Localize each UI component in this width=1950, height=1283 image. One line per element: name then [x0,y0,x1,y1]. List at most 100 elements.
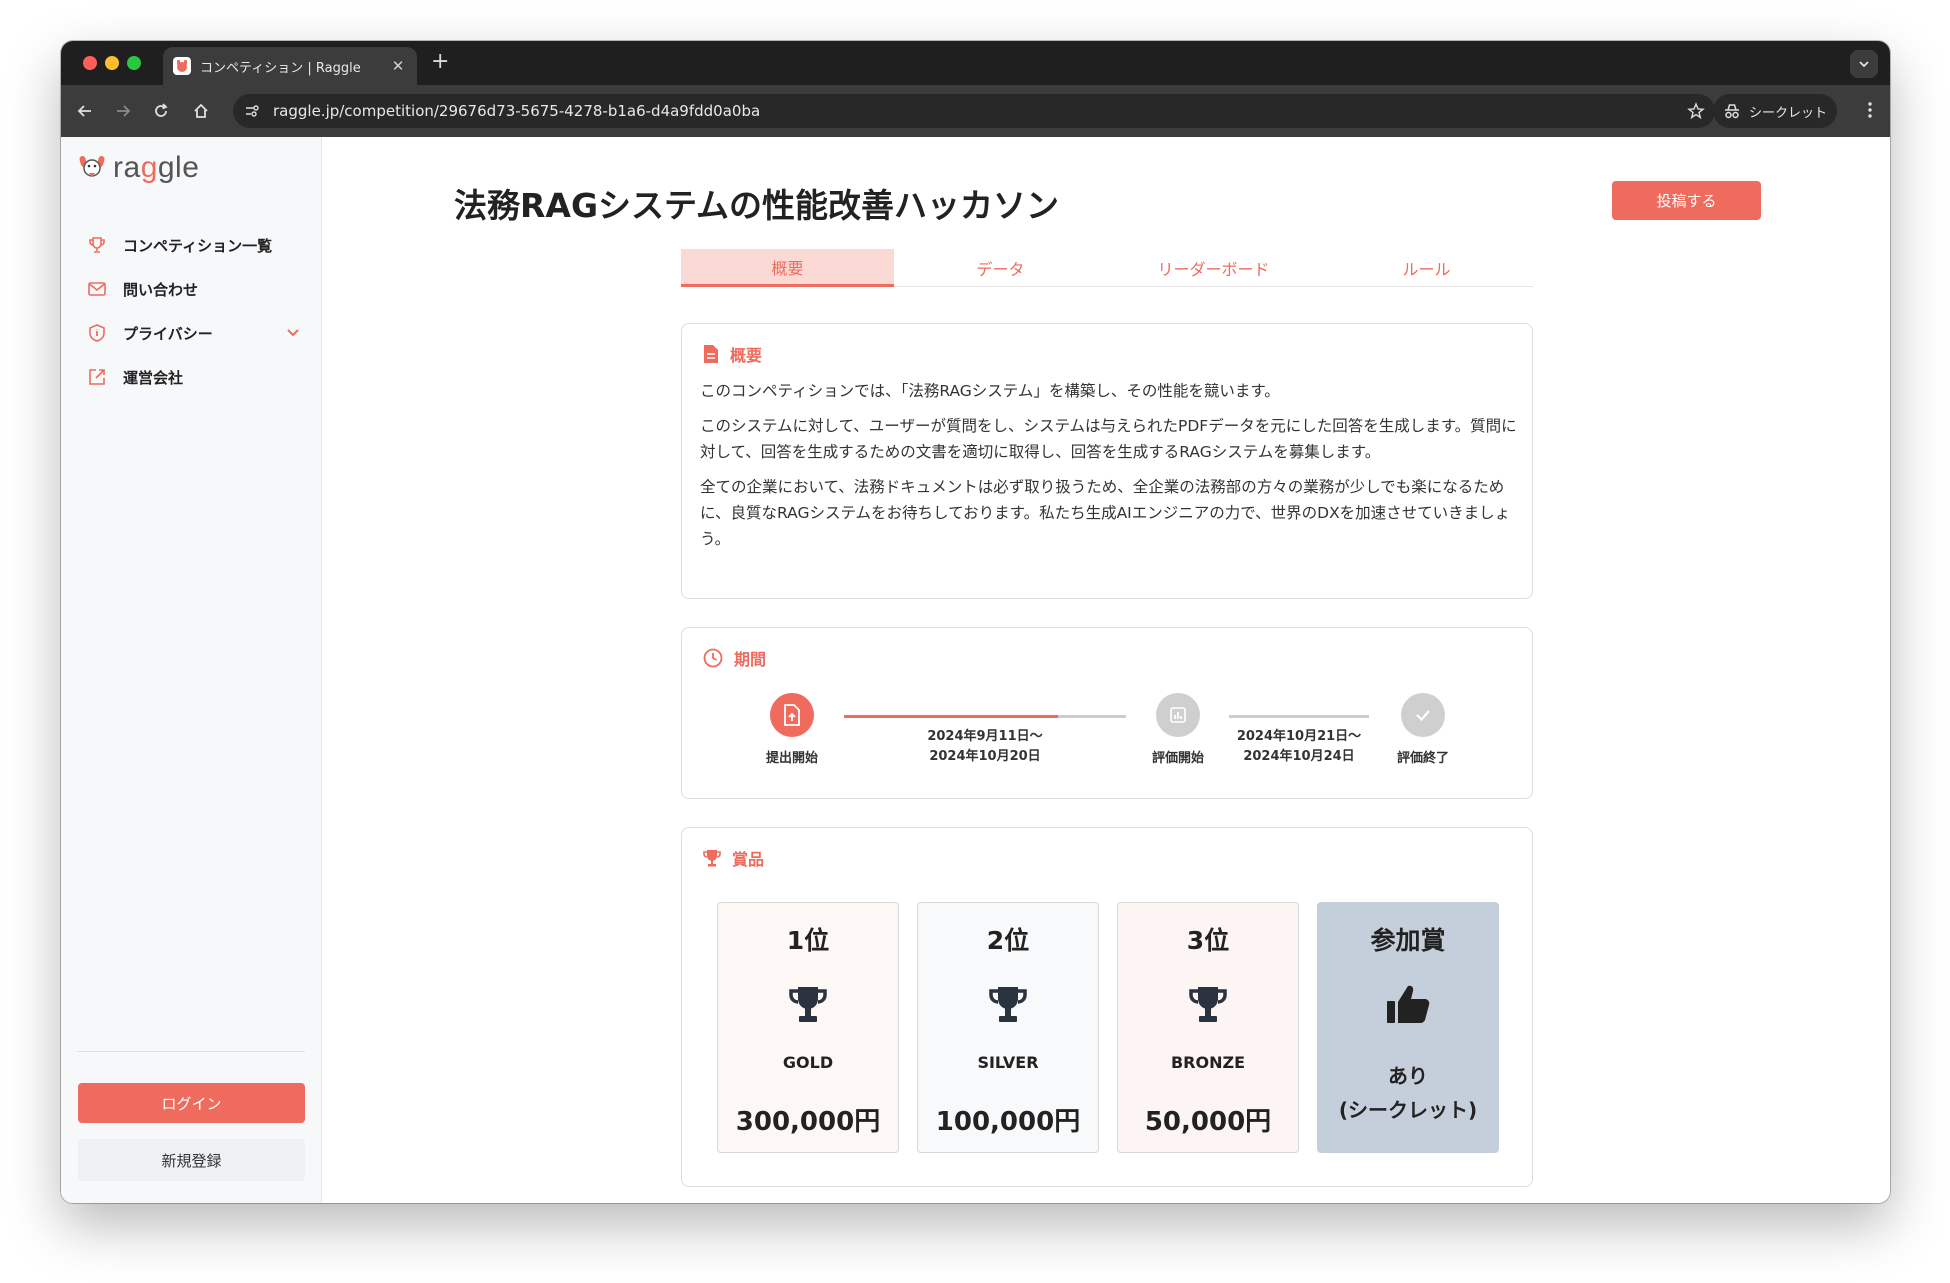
step-submission-start: 提出開始 [732,693,852,766]
progress-fill [844,715,1059,718]
prize-tier: BRONZE [1170,1053,1246,1072]
dog-logo-icon [79,156,105,177]
period-timeline: 提出開始 2024年9月11日〜 2024年10月20日 評価開始 2024年1… [682,628,1532,798]
overview-heading-text: 概要 [730,346,763,365]
prize-amount: 100,000円 [935,1107,1081,1137]
sidebar-item-contact[interactable]: 問い合わせ [77,267,307,311]
zoom-window-button[interactable] [127,56,141,70]
tab-data[interactable]: データ [894,249,1107,287]
trophy-icon [1118,983,1298,1025]
tab-rules[interactable]: ルール [1320,249,1533,287]
shield-icon [89,324,105,342]
trophy-icon [89,237,105,253]
chevron-down-icon [1859,61,1869,68]
browser-menu-icon[interactable] [1868,101,1872,123]
tab-search-button[interactable] [1850,50,1878,78]
sidebar-item-company[interactable]: 運営会社 [77,355,307,399]
bookmark-star-icon[interactable] [1687,102,1705,120]
sidebar-item-competitions[interactable]: コンペティション一覧 [77,223,307,267]
logo-text-suffix: gle [157,151,200,184]
page-title: 法務RAGシステムの性能改善ハッカソン [454,186,1060,225]
trophy-icon [918,983,1098,1025]
trophy-icon [703,850,721,867]
home-icon[interactable] [189,99,213,123]
range-end: 2024年10月20日 [929,749,1041,764]
prize-rank: 1位 [786,926,830,955]
bar-chart-icon [1156,693,1200,737]
step-label: 評価終了 [1396,751,1449,766]
close-window-button[interactable] [83,56,97,70]
mail-icon [88,282,106,296]
step-evaluation-start: 評価開始 [1118,693,1238,766]
overview-body: このコンペティションでは、「法務RAGシステム」を構築し、その性能を競います。 … [700,378,1520,561]
sidebar-divider [77,1051,305,1052]
thumbs-up-icon [1318,983,1498,1025]
prize-grid: 1位 GOLD 300,000円 2位 SILVER 100,000円 3位 B… [717,902,1499,1153]
back-icon[interactable] [73,99,97,123]
main-content: 法務RAGシステムの性能改善ハッカソン 投稿する 概要 データ リーダーボード … [323,137,1890,1203]
sidebar-nav: コンペティション一覧 問い合わせ プライバシー 運営会社 [77,223,307,399]
range-start: 2024年9月11日〜 [927,729,1043,744]
overview-paragraph: このシステムに対して、ユーザーが質問をし、システムは与えられたPDFデータを元に… [700,417,1517,461]
incognito-label: シークレット [1748,105,1827,121]
overview-paragraph: 全ての企業において、法務ドキュメントは必ず取り扱うため、全企業の法務部の方々の業… [700,478,1511,548]
submit-button[interactable]: 投稿する [1612,181,1761,220]
login-button[interactable]: ログイン [78,1083,305,1123]
signup-button[interactable]: 新規登録 [78,1139,305,1181]
incognito-indicator[interactable]: シークレット [1713,94,1837,128]
tab-overview[interactable]: 概要 [681,249,894,287]
logo-text-prefix: ra [113,151,141,184]
sidebar-item-privacy[interactable]: プライバシー [77,311,307,355]
prize-card-gold: 1位 GOLD 300,000円 [717,902,899,1153]
prize-rank: 参加賞 [1370,926,1446,955]
chevron-down-icon[interactable] [285,324,301,340]
web-page: raggle コンペティション一覧 問い合わせ プライバシー 運営会社 ログイン… [61,137,1890,1203]
check-icon [1401,693,1445,737]
tab-close-icon[interactable]: ✕ [389,57,407,75]
new-tab-icon[interactable]: + [431,49,449,74]
date-range-submission: 2024年9月11日〜 2024年10月20日 [844,727,1126,767]
browser-tab-bar: コンペティション | Raggle ✕ + [61,41,1890,85]
overview-paragraph: このコンペティションでは、「法務RAGシステム」を構築し、その性能を競います。 [700,382,1280,400]
prizes-card: 賞品 1位 GOLD 300,000円 2位 SILVER 100,000円 3… [681,827,1533,1187]
upload-icon [770,693,814,737]
prize-rank: 2位 [986,926,1030,955]
prize-extra-line1: あり [1388,1064,1428,1088]
logo-text: raggle [113,151,199,185]
prizes-heading-text: 賞品 [732,850,765,869]
sidebar-item-label: 運営会社 [123,368,184,387]
browser-toolbar: raggle.jp/competition/29676d73-5675-4278… [61,85,1890,137]
prize-extra-line2: (シークレット) [1338,1098,1478,1122]
logo-text-accent: g [140,151,158,184]
prize-tier: GOLD [782,1053,834,1072]
tab-leaderboard[interactable]: リーダーボード [1107,249,1320,287]
prize-card-participation: 参加賞 あり (シークレット) [1317,902,1499,1153]
prize-card-bronze: 3位 BRONZE 50,000円 [1117,902,1299,1153]
prize-amount: 50,000円 [1144,1107,1272,1137]
browser-window: コンペティション | Raggle ✕ + raggle.jp/competit… [61,41,1890,1203]
trophy-icon [718,983,898,1025]
overview-heading: 概要 [702,342,762,366]
forward-icon[interactable] [111,99,135,123]
browser-tab[interactable]: コンペティション | Raggle ✕ [163,47,417,85]
raggle-logo[interactable]: raggle [77,151,199,185]
sidebar-item-label: コンペティション一覧 [123,236,273,255]
competition-tabs: 概要 データ リーダーボード ルール [681,249,1533,287]
step-evaluation-end: 評価終了 [1363,693,1483,766]
sidebar-item-label: 問い合わせ [123,280,199,299]
url-text: raggle.jp/competition/29676d73-5675-4278… [273,102,761,120]
reload-icon[interactable] [149,99,173,123]
prize-tier: SILVER [977,1053,1039,1072]
progress-bar-submission [844,715,1126,718]
sidebar-item-label: プライバシー [123,324,213,343]
prize-card-silver: 2位 SILVER 100,000円 [917,902,1099,1153]
document-icon [704,345,718,363]
date-range-evaluation: 2024年10月21日〜 2024年10月24日 [1229,727,1369,767]
prize-rank: 3位 [1186,926,1230,955]
minimize-window-button[interactable] [105,56,119,70]
prizes-heading: 賞品 [702,846,764,870]
incognito-icon [1724,104,1739,119]
step-label: 提出開始 [765,751,818,766]
address-bar[interactable]: raggle.jp/competition/29676d73-5675-4278… [233,94,1715,128]
site-settings-icon[interactable] [243,102,261,120]
